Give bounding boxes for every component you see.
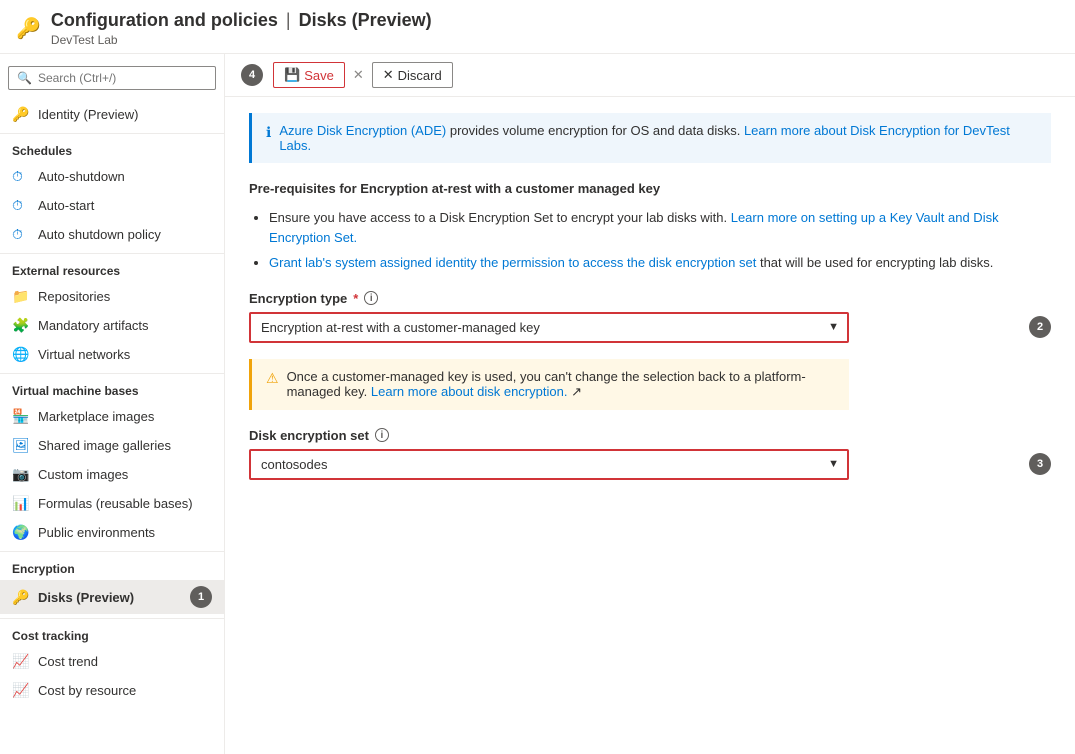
title-bar: 🔑 Configuration and policies | Disks (Pr… bbox=[0, 0, 1075, 54]
info-text-mid: provides volume encryption for OS and da… bbox=[450, 123, 744, 138]
disk-encryption-set-field: Disk encryption set i contosodes ▼ 3 bbox=[249, 428, 1051, 480]
sidebar-item-label: Shared image galleries bbox=[38, 438, 171, 453]
marketplace-icon: 🏪 bbox=[12, 408, 30, 425]
resource-icon: 📈 bbox=[12, 682, 30, 699]
sidebar-item-label: Formulas (reusable bases) bbox=[38, 496, 193, 511]
disk-encryption-select-wrapper: contosodes ▼ bbox=[249, 449, 849, 480]
sidebar-item-auto-shutdown[interactable]: ⏱ Auto-shutdown bbox=[0, 162, 224, 191]
toolbar: 4 💾 Save ✕ ✕ Discard bbox=[225, 54, 1075, 97]
search-input[interactable] bbox=[38, 71, 207, 85]
discard-icon: ✕ bbox=[383, 67, 394, 83]
sidebar-item-label: Virtual networks bbox=[38, 347, 130, 362]
warning-box: ⚠ Once a customer-managed key is used, y… bbox=[249, 359, 849, 410]
discard-button[interactable]: ✕ Discard bbox=[372, 62, 453, 88]
network-icon: 🌐 bbox=[12, 346, 30, 363]
toolbar-divider: ✕ bbox=[353, 67, 364, 83]
schedule-icon: ⏱ bbox=[12, 226, 30, 243]
schedule-icon: ⏱ bbox=[12, 197, 30, 214]
sidebar-item-label: Custom images bbox=[38, 467, 128, 482]
warning-text: Once a customer-managed key is used, you… bbox=[287, 369, 835, 400]
discard-label: Discard bbox=[398, 68, 442, 83]
sidebar-item-auto-shutdown-policy[interactable]: ⏱ Auto shutdown policy bbox=[0, 220, 224, 249]
encryption-type-label: Encryption type * i bbox=[249, 291, 1051, 306]
ade-link[interactable]: Azure Disk Encryption (ADE) bbox=[279, 123, 446, 138]
required-marker: * bbox=[353, 291, 358, 306]
sidebar-item-label: Marketplace images bbox=[38, 409, 154, 424]
sidebar-item-custom-images[interactable]: 📷 Custom images bbox=[0, 460, 224, 489]
sidebar-item-label: Public environments bbox=[38, 525, 155, 540]
sidebar-item-cost-trend[interactable]: 📈 Cost trend bbox=[0, 647, 224, 676]
section-cost-tracking: Cost tracking bbox=[0, 618, 224, 647]
save-label: Save bbox=[304, 68, 334, 83]
sidebar-item-disks-preview[interactable]: 🔑 Disks (Preview) 1 bbox=[0, 580, 224, 614]
disk-encryption-link[interactable]: Learn more about disk encryption. bbox=[371, 384, 568, 399]
repo-icon: 📁 bbox=[12, 288, 30, 305]
key-icon: 🔑 bbox=[12, 106, 30, 123]
encryption-type-select-wrapper: Encryption at-rest with a platform-manag… bbox=[249, 312, 849, 343]
sidebar-item-cost-by-resource[interactable]: 📈 Cost by resource bbox=[0, 676, 224, 705]
step-badge-1: 1 bbox=[190, 586, 212, 608]
title-separator: | bbox=[286, 10, 291, 31]
formula-icon: 📊 bbox=[12, 495, 30, 512]
artifact-icon: 🧩 bbox=[12, 317, 30, 334]
bullet-item-2: Grant lab's system assigned identity the… bbox=[269, 253, 1051, 273]
breadcrumb: DevTest Lab bbox=[51, 33, 432, 47]
title-icon: 🔑 bbox=[16, 16, 41, 41]
sidebar-item-identity[interactable]: 🔑 Identity (Preview) bbox=[0, 100, 224, 129]
bullet-item-1: Ensure you have access to a Disk Encrypt… bbox=[269, 208, 1051, 247]
sidebar-item-label: Repositories bbox=[38, 289, 110, 304]
save-button[interactable]: 💾 Save bbox=[273, 62, 345, 88]
section-schedules: Schedules bbox=[0, 133, 224, 162]
sidebar-item-label: Cost trend bbox=[38, 654, 98, 669]
sidebar-item-shared-galleries[interactable]: 🖼 Shared image galleries bbox=[0, 431, 224, 460]
page-title: Configuration and policies bbox=[51, 10, 278, 31]
trend-icon: 📈 bbox=[12, 653, 30, 670]
sidebar-item-auto-start[interactable]: ⏱ Auto-start bbox=[0, 191, 224, 220]
identity-link[interactable]: Grant lab's system assigned identity the… bbox=[269, 255, 756, 270]
section-external: External resources bbox=[0, 253, 224, 282]
camera-icon: 📷 bbox=[12, 466, 30, 483]
sidebar-item-label: Mandatory artifacts bbox=[38, 318, 149, 333]
bullet-list: Ensure you have access to a Disk Encrypt… bbox=[249, 208, 1051, 273]
sidebar: 🔍 🔑 Identity (Preview) Schedules ⏱ Auto-… bbox=[0, 54, 225, 754]
disk-encryption-set-select[interactable]: contosodes bbox=[249, 449, 849, 480]
disks-icon: 🔑 bbox=[12, 589, 30, 606]
disk-encryption-label: Disk encryption set i bbox=[249, 428, 1051, 443]
sidebar-item-repositories[interactable]: 📁 Repositories bbox=[0, 282, 224, 311]
step-badge-4: 4 bbox=[241, 64, 263, 86]
search-icon: 🔍 bbox=[17, 71, 32, 85]
sidebar-item-virtual-networks[interactable]: 🌐 Virtual networks bbox=[0, 340, 224, 369]
warning-icon: ⚠ bbox=[266, 370, 279, 387]
info-icon: ℹ bbox=[266, 124, 271, 141]
section-vm-bases: Virtual machine bases bbox=[0, 373, 224, 402]
encryption-type-field: Encryption type * i Encryption at-rest w… bbox=[249, 291, 1051, 343]
sidebar-item-label: Identity (Preview) bbox=[38, 107, 138, 122]
sidebar-item-formulas[interactable]: 📊 Formulas (reusable bases) bbox=[0, 489, 224, 518]
gallery-icon: 🖼 bbox=[12, 437, 30, 454]
search-box[interactable]: 🔍 bbox=[8, 66, 216, 90]
sidebar-item-label: Cost by resource bbox=[38, 683, 136, 698]
info-box: ℹ Azure Disk Encryption (ADE) provides v… bbox=[249, 113, 1051, 163]
sidebar-item-mandatory-artifacts[interactable]: 🧩 Mandatory artifacts bbox=[0, 311, 224, 340]
encryption-type-select[interactable]: Encryption at-rest with a platform-manag… bbox=[249, 312, 849, 343]
sidebar-item-label: Auto-shutdown bbox=[38, 169, 125, 184]
main-content: 4 💾 Save ✕ ✕ Discard ℹ Azure Disk Encryp… bbox=[225, 54, 1075, 754]
info-text: Azure Disk Encryption (ADE) provides vol… bbox=[279, 123, 1037, 153]
sidebar-item-label: Disks (Preview) bbox=[38, 590, 134, 605]
page-subtitle: Disks (Preview) bbox=[299, 10, 432, 31]
section-encryption: Encryption bbox=[0, 551, 224, 580]
sidebar-item-marketplace[interactable]: 🏪 Marketplace images bbox=[0, 402, 224, 431]
sidebar-item-label: Auto shutdown policy bbox=[38, 227, 161, 242]
save-icon: 💾 bbox=[284, 67, 300, 83]
step-badge-2: 2 bbox=[1029, 316, 1051, 338]
encryption-type-info-icon[interactable]: i bbox=[364, 291, 378, 305]
sidebar-item-public-environments[interactable]: 🌍 Public environments bbox=[0, 518, 224, 547]
sidebar-item-label: Auto-start bbox=[38, 198, 94, 213]
schedule-icon: ⏱ bbox=[12, 168, 30, 185]
disk-encryption-info-icon[interactable]: i bbox=[375, 428, 389, 442]
env-icon: 🌍 bbox=[12, 524, 30, 541]
step-badge-3: 3 bbox=[1029, 453, 1051, 475]
prerequisites-title: Pre-requisites for Encryption at-rest wi… bbox=[249, 181, 1051, 196]
